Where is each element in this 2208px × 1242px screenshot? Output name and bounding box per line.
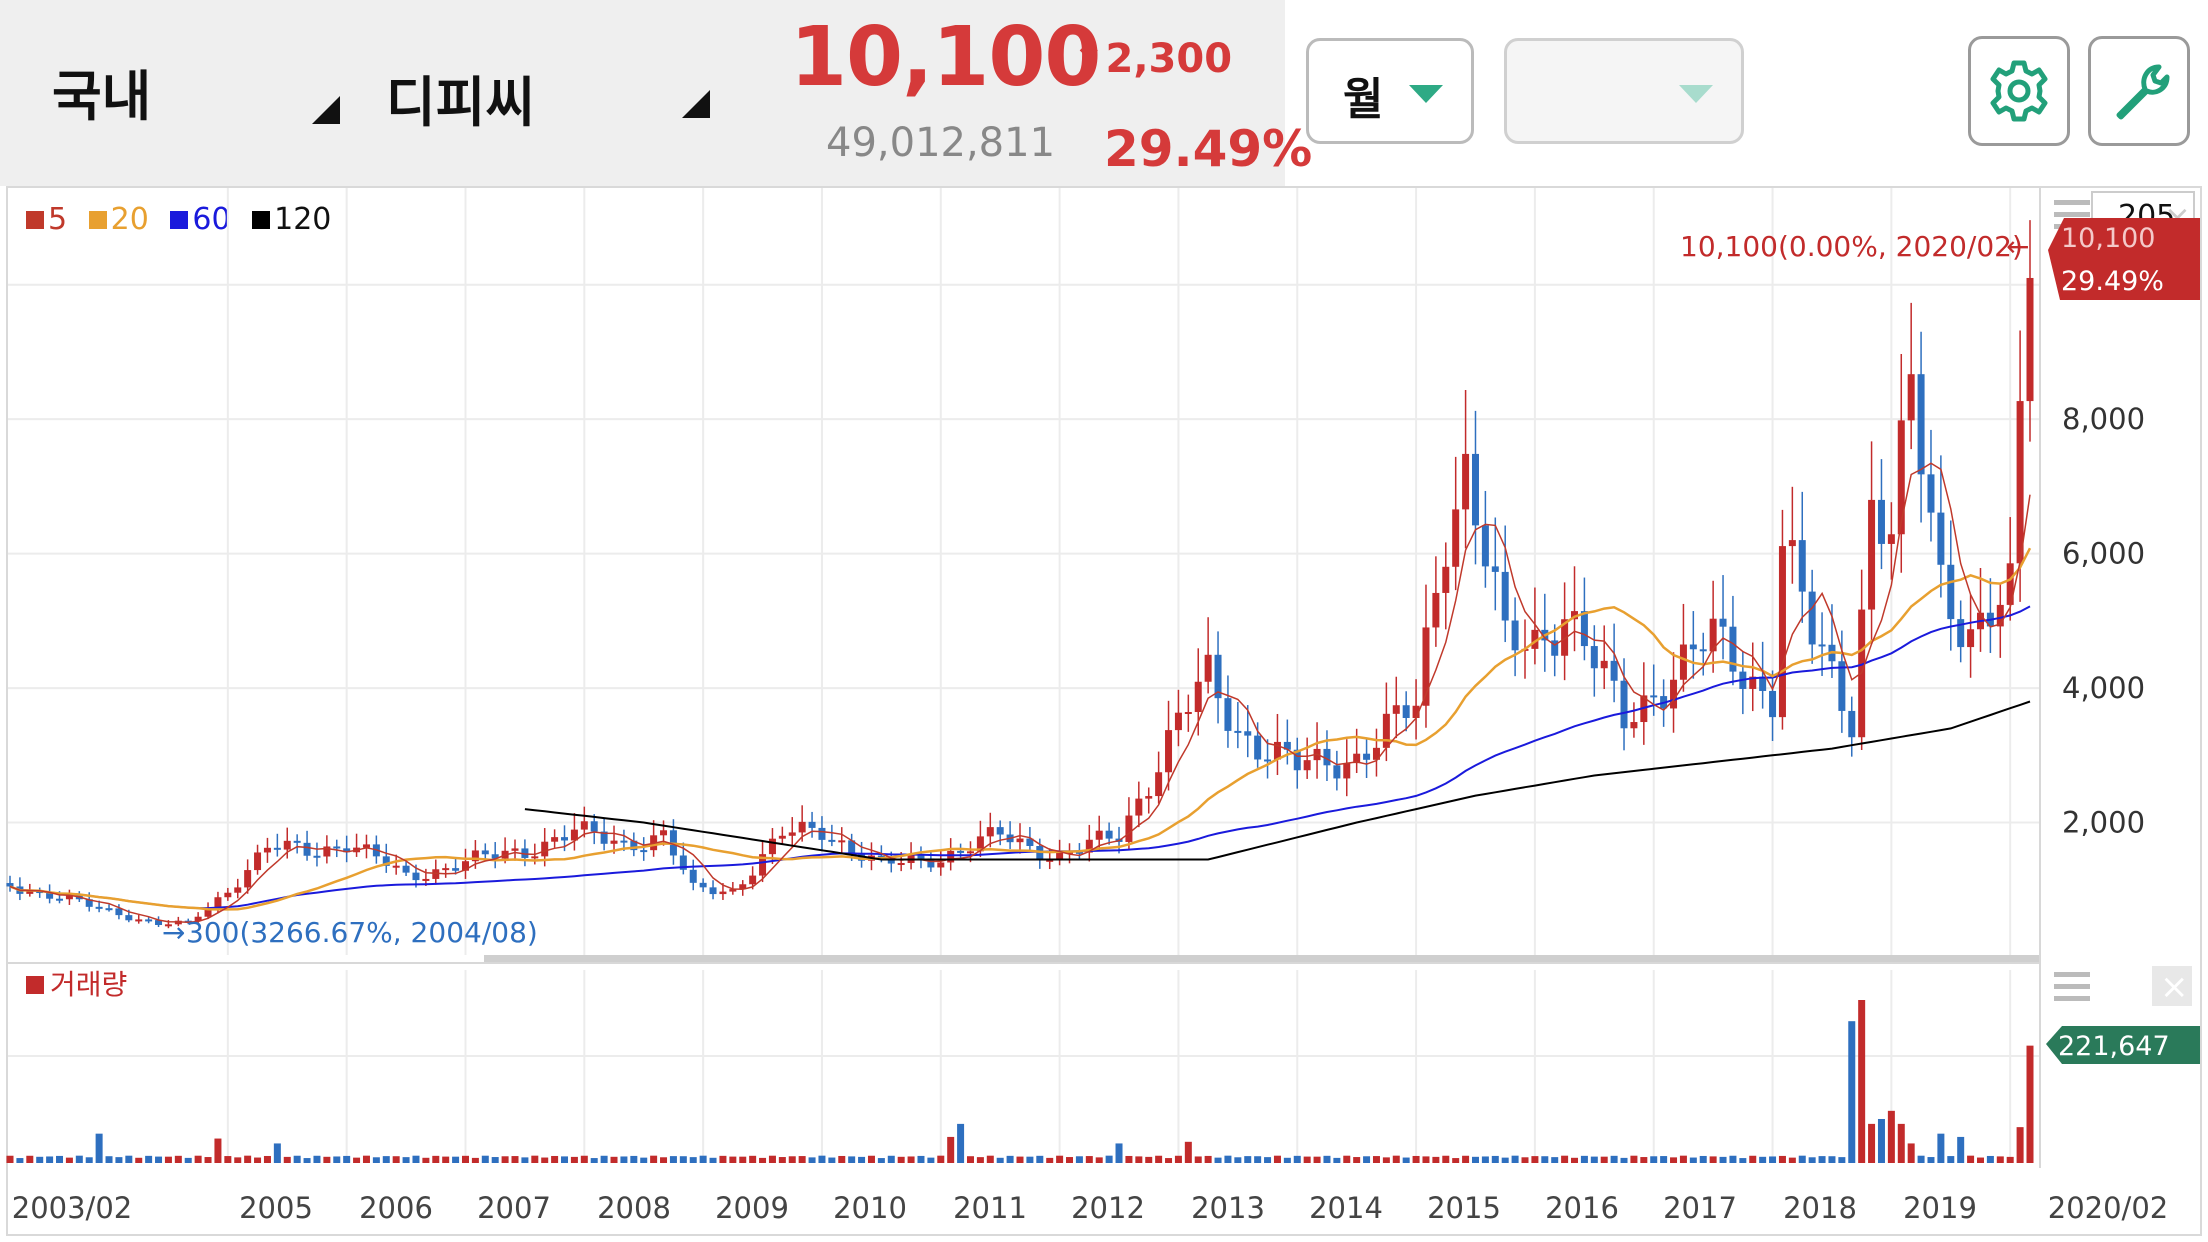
market-selector[interactable]: 국내 (52, 52, 151, 131)
chart-frame (6, 186, 2202, 1236)
legend-label: 120 (274, 202, 332, 237)
legend-label: 60 (192, 202, 231, 237)
tools-button[interactable] (2088, 36, 2190, 146)
change-value: 2,300 (1105, 36, 1233, 82)
price-change: ↑2,300 (1072, 36, 1232, 82)
settings-button[interactable] (1968, 36, 2070, 146)
legend-swatch (170, 211, 189, 229)
legend-swatch (252, 211, 271, 229)
stock-selector-panel: 국내 디피씨 10,100 ↑2,300 49,012,811 29.49% (0, 0, 1312, 186)
current-price: 10,100 (790, 10, 1101, 105)
period-dropdown[interactable]: 월 (1306, 38, 1474, 144)
legend-item: 20 (88, 202, 149, 237)
gear-icon (1990, 60, 2048, 122)
trade-volume: 49,012,811 (826, 120, 1056, 166)
legend-swatch (26, 211, 44, 229)
chevron-down-icon (1679, 85, 1713, 103)
change-percent: 29.49% (1104, 120, 1313, 178)
market-dropdown-icon[interactable] (312, 96, 340, 124)
stock-selector[interactable]: 디피씨 (386, 58, 535, 137)
arrow-up-icon: ↑ (1072, 36, 1106, 82)
chevron-down-icon (1409, 85, 1443, 103)
legend-label: 20 (110, 202, 149, 237)
legend-label: 5 (48, 202, 68, 237)
wrench-icon (2116, 64, 2170, 120)
legend-item: 60 (170, 202, 231, 237)
period-label: 월 (1343, 74, 1384, 125)
secondary-dropdown[interactable] (1504, 38, 1744, 144)
legend-item: 5 (26, 202, 67, 237)
legend-swatch (88, 211, 107, 229)
stock-dropdown-icon[interactable] (682, 90, 710, 118)
legend-item: 120 (252, 202, 331, 237)
chart-legend: 5 20 60 120 (26, 202, 343, 237)
header-bar: 국내 디피씨 10,100 ↑2,300 49,012,811 29.49% 월 (0, 0, 2208, 186)
